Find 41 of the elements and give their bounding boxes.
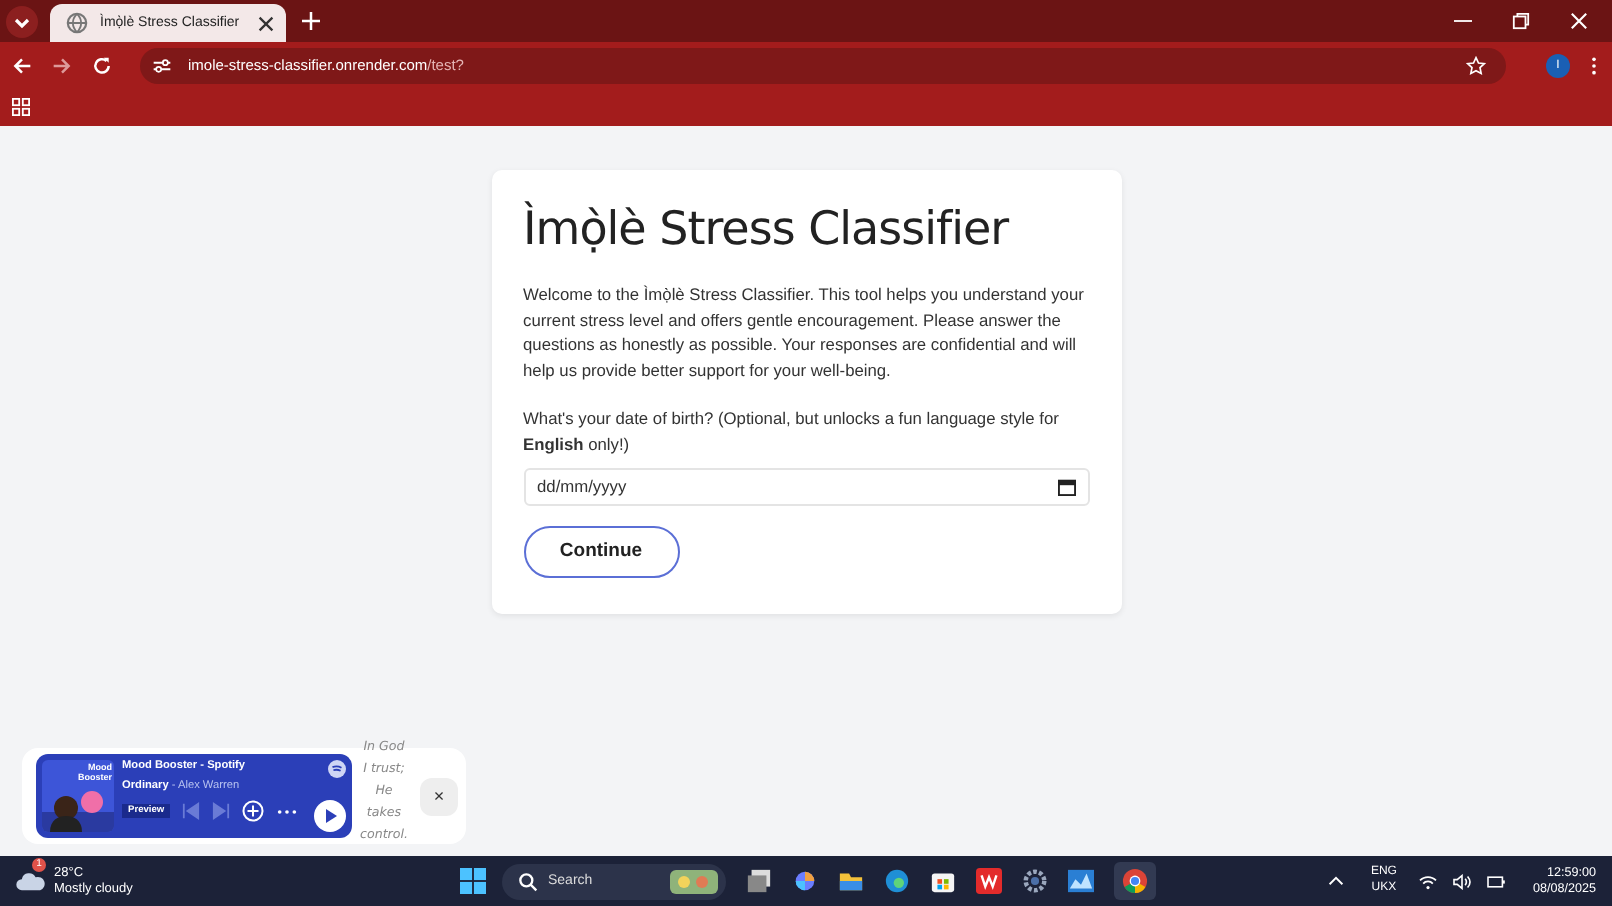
- back-icon[interactable]: [12, 55, 32, 75]
- search-highlight-drawing: [670, 869, 718, 893]
- date-field[interactable]: dd/mm/yyyy: [523, 467, 1089, 506]
- tab-search-icon[interactable]: [6, 5, 38, 37]
- intro-text: Welcome to the Ìmọ̀lè Stress Classifier. This tool helps you understand your current stress level and offers gentle encouragement. Please answer the questions as honestly as possible. Your responses are confidential and will help us provide better support for your well-being.: [523, 282, 1086, 383]
- close-button[interactable]: ×: [420, 777, 458, 815]
- apps-icon[interactable]: [12, 98, 30, 116]
- task-view-icon[interactable]: [746, 868, 772, 894]
- edge-icon[interactable]: [884, 868, 910, 894]
- chart-app-icon[interactable]: [1068, 868, 1094, 894]
- add-icon[interactable]: [242, 800, 265, 822]
- folder-icon[interactable]: [838, 868, 864, 894]
- settings-icon[interactable]: [1022, 868, 1048, 894]
- chevron-up-icon[interactable]: [1328, 876, 1345, 886]
- calendar-icon[interactable]: [1057, 477, 1075, 496]
- globe-icon: [66, 12, 88, 34]
- page-title: Ìmọ̀lè Stress Classifier: [523, 199, 1011, 260]
- close-window-icon[interactable]: [1570, 12, 1588, 30]
- reload-icon[interactable]: [92, 55, 112, 75]
- cloud-icon: [16, 870, 46, 892]
- continue-button[interactable]: Continue: [523, 525, 679, 578]
- volume-icon[interactable]: [1452, 873, 1473, 889]
- forward-icon[interactable]: [52, 55, 72, 75]
- spotify-icon: [328, 760, 346, 778]
- more-icon[interactable]: [276, 807, 299, 815]
- wifi-icon[interactable]: [1418, 873, 1439, 889]
- store-icon[interactable]: [930, 868, 956, 894]
- search-icon: [518, 871, 538, 891]
- star-icon[interactable]: [1466, 55, 1486, 75]
- date-of-birth-label: What's your date of birth? (Optional, but unlocks a fun language style for English only!): [523, 406, 1061, 458]
- chrome-icon[interactable]: [1122, 868, 1148, 894]
- site-settings-icon[interactable]: [152, 55, 172, 75]
- new-tab-icon[interactable]: [302, 12, 320, 30]
- office-app-icon[interactable]: [976, 868, 1002, 894]
- restore-icon[interactable]: [1512, 12, 1530, 30]
- close-icon[interactable]: [258, 15, 274, 31]
- play-icon[interactable]: [314, 800, 346, 832]
- start-icon[interactable]: [460, 868, 486, 894]
- copilot-icon[interactable]: [792, 868, 818, 894]
- battery-icon[interactable]: [1486, 873, 1507, 889]
- menu-icon[interactable]: [1590, 55, 1598, 75]
